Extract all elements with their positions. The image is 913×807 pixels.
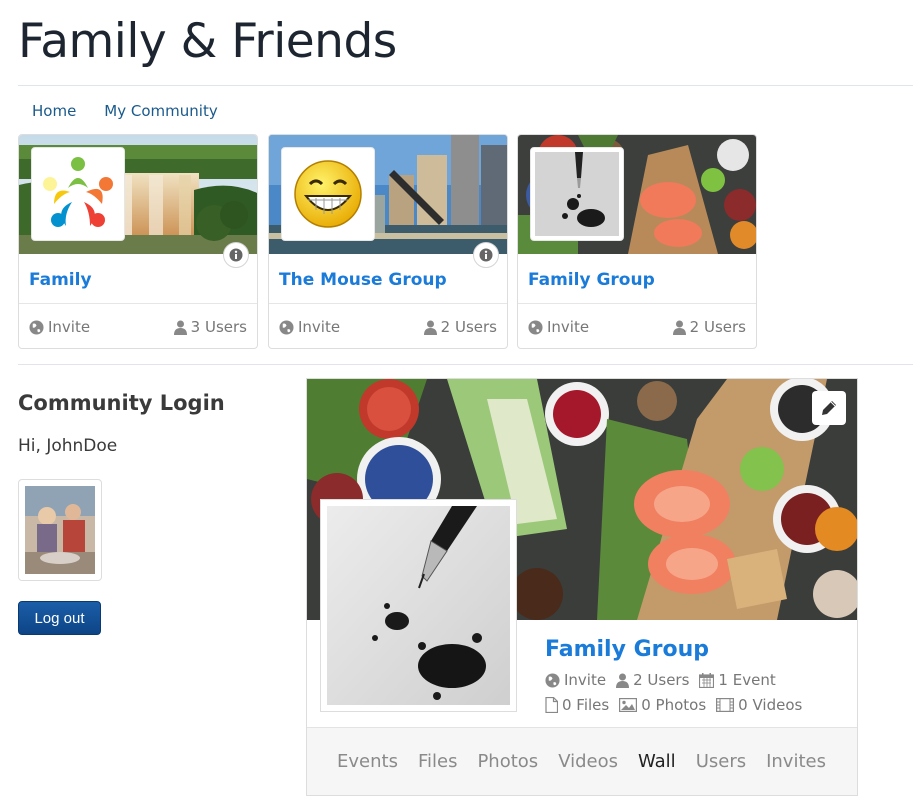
files-count-label: 0 Files: [562, 696, 610, 714]
tab-users[interactable]: Users: [688, 751, 754, 772]
group-users-count: 2 Users: [616, 671, 689, 689]
events-count-label: 1 Event: [718, 671, 776, 689]
nav-my-community-link[interactable]: My Community: [90, 96, 231, 128]
globe-icon: [528, 319, 543, 335]
group-card-family-group[interactable]: Family Group Invite 2 Users: [517, 134, 757, 349]
group-tabs: Events Files Photos Videos Wall Users In…: [307, 727, 857, 795]
group-avatar-family-group: [530, 147, 624, 241]
edit-cover-button[interactable]: [812, 391, 846, 425]
group-title-link[interactable]: Family Group: [545, 637, 709, 662]
family-logo-icon: [43, 157, 113, 227]
group-card-family[interactable]: Family Invite 3 Users: [18, 134, 258, 349]
user-avatar: [18, 479, 102, 581]
users-count-label: 3 Users: [190, 318, 247, 336]
group-avatar-the-mouse-group: [281, 147, 375, 241]
user-icon: [616, 673, 630, 688]
tab-videos[interactable]: Videos: [550, 751, 626, 772]
fountain-pen-icon: [327, 506, 510, 705]
laughing-smiley-icon: [294, 160, 362, 228]
card-divider: [19, 303, 257, 304]
header-divider: [18, 85, 913, 86]
info-icon: [229, 248, 243, 262]
group-invite-link[interactable]: Invite: [528, 318, 589, 336]
main-nav: Home My Community: [18, 96, 232, 128]
photo-icon: [619, 698, 638, 712]
group-name-link[interactable]: The Mouse Group: [279, 270, 447, 290]
invite-label: Invite: [564, 671, 607, 689]
film-icon: [716, 698, 735, 712]
login-title: Community Login: [18, 391, 225, 415]
users-count-label: 2 Users: [689, 318, 746, 336]
group-files-count: 0 Files: [545, 696, 609, 714]
user-avatar-image: [25, 486, 95, 574]
videos-count-label: 0 Videos: [738, 696, 803, 714]
group-card-the-mouse-group[interactable]: The Mouse Group Invite 2 Users: [268, 134, 508, 349]
group-name-link[interactable]: Family Group: [528, 270, 655, 290]
tab-wall[interactable]: Wall: [630, 751, 684, 772]
card-divider: [518, 303, 756, 304]
group-invite-link[interactable]: Invite: [545, 671, 606, 689]
card-divider: [269, 303, 507, 304]
users-count-label: 2 Users: [633, 671, 690, 689]
group-invite-link[interactable]: Invite: [279, 318, 340, 336]
user-icon: [173, 320, 187, 335]
tab-files[interactable]: Files: [410, 751, 466, 772]
pencil-icon: [822, 401, 836, 415]
tab-photos[interactable]: Photos: [469, 751, 546, 772]
site-title: Family & Friends: [18, 14, 397, 69]
invite-label: Invite: [48, 318, 91, 336]
group-invite-link[interactable]: Invite: [29, 318, 90, 336]
group-info-button[interactable]: [473, 242, 499, 268]
invite-label: Invite: [298, 318, 341, 336]
photos-count-label: 0 Photos: [641, 696, 707, 714]
group-stats-primary: Invite 2 Users 1 Event: [545, 671, 776, 689]
globe-icon: [279, 319, 294, 335]
group-info-button[interactable]: [223, 242, 249, 268]
group-avatar-large: [320, 499, 517, 712]
group-photos-count: 0 Photos: [619, 696, 706, 714]
user-icon: [672, 320, 686, 335]
group-detail-panel: Family Group Invite 2 Users 1 Event 0 Fi…: [306, 378, 858, 796]
globe-icon: [545, 672, 560, 688]
group-name-link[interactable]: Family: [29, 270, 92, 290]
group-users-count: 2 Users: [423, 318, 497, 336]
globe-icon: [29, 319, 44, 335]
fountain-pen-icon: [535, 152, 619, 236]
group-users-count: 3 Users: [173, 318, 247, 336]
group-stats-media: 0 Files 0 Photos 0 Videos: [545, 696, 802, 714]
nav-home-link[interactable]: Home: [18, 96, 90, 128]
tab-invites[interactable]: Invites: [758, 751, 834, 772]
group-avatar-family: [31, 147, 125, 241]
calendar-icon: [699, 672, 715, 688]
logout-button[interactable]: Log out: [18, 601, 101, 635]
content-divider: [18, 364, 913, 365]
group-users-count: 2 Users: [672, 318, 746, 336]
users-count-label: 2 Users: [440, 318, 497, 336]
group-videos-count: 0 Videos: [716, 696, 802, 714]
tab-events[interactable]: Events: [329, 751, 406, 772]
user-icon: [423, 320, 437, 335]
info-icon: [479, 248, 493, 262]
file-icon: [545, 697, 558, 713]
invite-label: Invite: [547, 318, 590, 336]
group-events-count: 1 Event: [699, 671, 776, 689]
user-greeting: Hi, JohnDoe: [18, 436, 118, 456]
